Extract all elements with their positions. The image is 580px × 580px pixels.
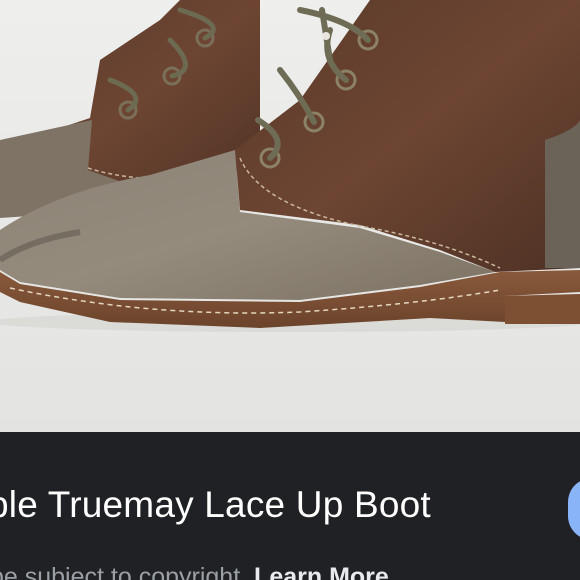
copyright-text: be subject to copyright.	[0, 563, 248, 580]
copyright-notice: be subject to copyright. Learn More	[0, 563, 389, 580]
boot-illustration	[0, 0, 580, 432]
circle-button-icon[interactable]	[568, 478, 580, 540]
product-image[interactable]	[0, 0, 580, 432]
image-info-panel: ple Truemay Lace Up Boot be subject to c…	[0, 432, 580, 580]
learn-more-link[interactable]: Learn More	[254, 563, 389, 580]
product-title[interactable]: ple Truemay Lace Up Boot	[0, 484, 431, 526]
